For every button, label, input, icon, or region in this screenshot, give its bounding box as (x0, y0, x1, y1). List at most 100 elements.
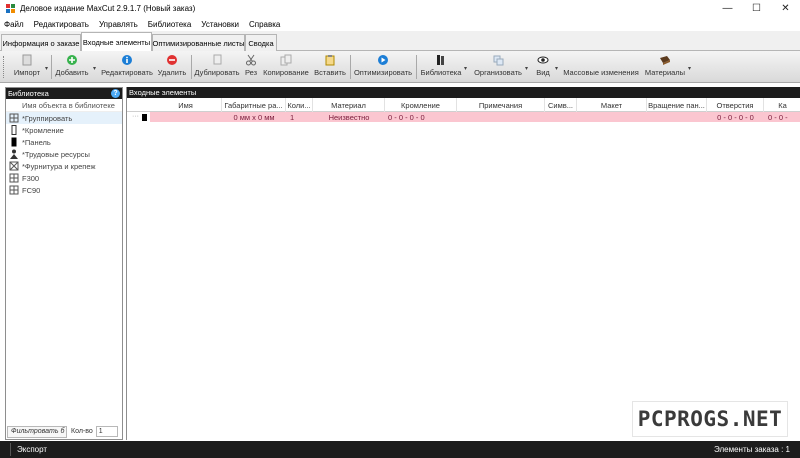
library-dropdown-icon[interactable]: ▾ (464, 65, 467, 72)
info-icon (121, 53, 133, 66)
library-panel: Библиотека ? Имя объекта в библиотеке *Г… (5, 87, 123, 440)
toolbar-separator (350, 55, 351, 79)
duplicate-icon (211, 53, 223, 66)
eye-icon (537, 53, 549, 66)
col-edging[interactable]: Кромление (385, 98, 457, 112)
status-bar: Экспорт Элементы заказа : 1 (0, 441, 800, 458)
play-icon (377, 53, 389, 66)
import-icon (21, 53, 33, 66)
col-rotation[interactable]: Вращение пан... (647, 98, 707, 112)
cut-label: Рез (244, 68, 258, 77)
delete-button[interactable]: Удалить (156, 53, 188, 81)
maximize-button[interactable]: ☐ (742, 0, 771, 17)
organize-dropdown-icon[interactable]: ▾ (525, 65, 528, 72)
library-panel-header: Библиотека ? (6, 88, 122, 99)
col-notes[interactable]: Примечания (457, 98, 545, 112)
panel-icon (9, 137, 19, 147)
library-item-label: FC90 (22, 185, 41, 195)
library-button[interactable]: Библиотека (419, 53, 463, 81)
watermark-logo: PCPROGS.NET (632, 401, 788, 437)
col-extra[interactable]: Ка (764, 98, 800, 112)
worker-icon (9, 149, 19, 159)
filter-input[interactable]: Фильтровать б (7, 425, 67, 438)
cut-button[interactable]: Рез (242, 53, 260, 81)
copy-icon (280, 53, 292, 66)
library-column-header[interactable]: Имя объекта в библиотеке (6, 99, 122, 112)
cell-edging[interactable]: 0 - 0 - 0 - 0 (385, 112, 457, 122)
tab-input-elements[interactable]: Входные элементы (81, 32, 152, 52)
duplicate-button[interactable]: Дублировать (194, 53, 240, 81)
mass-changes-button[interactable]: Массовые изменения (562, 53, 640, 81)
library-item-hardware[interactable]: *Фурнитура и крепеж (6, 160, 122, 172)
library-item-fc90[interactable]: FC90 (6, 184, 122, 196)
edit-label: Редактировать (101, 68, 153, 77)
cell-quantity[interactable]: 1 (286, 112, 313, 122)
paste-button[interactable]: Вставить (313, 53, 347, 81)
view-label: Вид (536, 68, 550, 77)
col-symbol[interactable]: Симв... (545, 98, 577, 112)
organize-button[interactable]: Организовать (472, 53, 524, 81)
menu-file[interactable]: Файл (4, 20, 24, 29)
cell-dimensions[interactable]: 0 мм x 0 мм (222, 112, 286, 122)
help-icon[interactable]: ? (111, 89, 120, 98)
tab-optimized-sheets[interactable]: Оптимизированные листы (152, 34, 245, 51)
library-item-f300[interactable]: F300 (6, 172, 122, 184)
menu-manage[interactable]: Управлять (99, 20, 138, 29)
library-label: Библиотека (420, 68, 462, 77)
materials-dropdown-icon[interactable]: ▾ (688, 65, 691, 72)
library-panel-title: Библиотека (8, 89, 49, 98)
col-name[interactable]: Имя (150, 98, 222, 112)
minimize-button[interactable]: — (713, 0, 742, 17)
cell-extra[interactable]: 0 - 0 - (764, 112, 800, 122)
import-button[interactable]: Импорт (10, 53, 44, 81)
library-footer: Фильтровать б Кол-во 1 (7, 425, 121, 438)
col-material[interactable]: Материал (313, 98, 385, 112)
col-dimensions[interactable]: Габаритные ра... (222, 98, 286, 112)
row-selector[interactable]: ··· (132, 113, 139, 120)
library-item-panel[interactable]: *Панель (6, 136, 122, 148)
window-title: Деловое издание MaxCut 2.9.1.7 (Новый за… (20, 4, 196, 13)
close-button[interactable]: ✕ (771, 0, 800, 17)
cell-name[interactable] (150, 112, 222, 122)
edging-icon (9, 125, 19, 135)
board-icon (659, 53, 671, 66)
tab-order-info[interactable]: Информация о заказе (1, 34, 81, 51)
tab-strip: Информация о заказе Входные элементы Опт… (0, 31, 800, 52)
library-item-edging[interactable]: *Кромление (6, 124, 122, 136)
view-dropdown-icon[interactable]: ▾ (555, 65, 558, 72)
input-elements-header: Входные элементы (127, 87, 800, 98)
qty-input[interactable]: 1 (95, 426, 118, 437)
grouping-icon (9, 113, 19, 123)
view-button[interactable]: Вид (532, 53, 554, 81)
import-label: Импорт (13, 68, 41, 77)
materials-label: Материалы (644, 68, 686, 77)
menu-library[interactable]: Библиотека (148, 20, 192, 29)
menu-edit[interactable]: Редактировать (34, 20, 89, 29)
materials-button[interactable]: Материалы (643, 53, 687, 81)
col-quantity[interactable]: Коли... (286, 98, 313, 112)
export-button[interactable]: Экспорт (10, 443, 53, 456)
add-button[interactable]: Добавить (54, 53, 90, 81)
title-bar: Деловое издание MaxCut 2.9.1.7 (Новый за… (0, 0, 800, 17)
tab-summary[interactable]: Сводка (245, 34, 277, 51)
import-dropdown-icon[interactable]: ▾ (45, 65, 48, 72)
library-item-label: *Панель (22, 137, 51, 147)
library-item-group[interactable]: *Группировать (6, 112, 122, 124)
panel-swatch-icon (142, 114, 147, 121)
table-row[interactable]: 0 мм x 0 мм 1 Неизвестно 0 - 0 - 0 - 0 0… (150, 112, 800, 122)
scissors-icon (245, 53, 257, 66)
library-item-label: *Группировать (22, 113, 73, 123)
library-item-labor[interactable]: *Трудовые ресурсы (6, 148, 122, 160)
optimize-button[interactable]: Оптимизировать (353, 53, 413, 81)
menu-settings[interactable]: Установки (201, 20, 239, 29)
cell-holes[interactable]: 0 - 0 - 0 - 0 (707, 112, 764, 122)
edit-button[interactable]: Редактировать (100, 53, 154, 81)
cell-material[interactable]: Неизвестно (313, 112, 385, 122)
col-layout[interactable]: Макет (577, 98, 647, 112)
add-dropdown-icon[interactable]: ▾ (93, 65, 96, 72)
hardware-icon (9, 161, 19, 171)
copy-button[interactable]: Копирование (261, 53, 311, 81)
menu-help[interactable]: Справка (249, 20, 280, 29)
library-item-label: *Кромление (22, 125, 64, 135)
col-holes[interactable]: Отверстия (707, 98, 764, 112)
